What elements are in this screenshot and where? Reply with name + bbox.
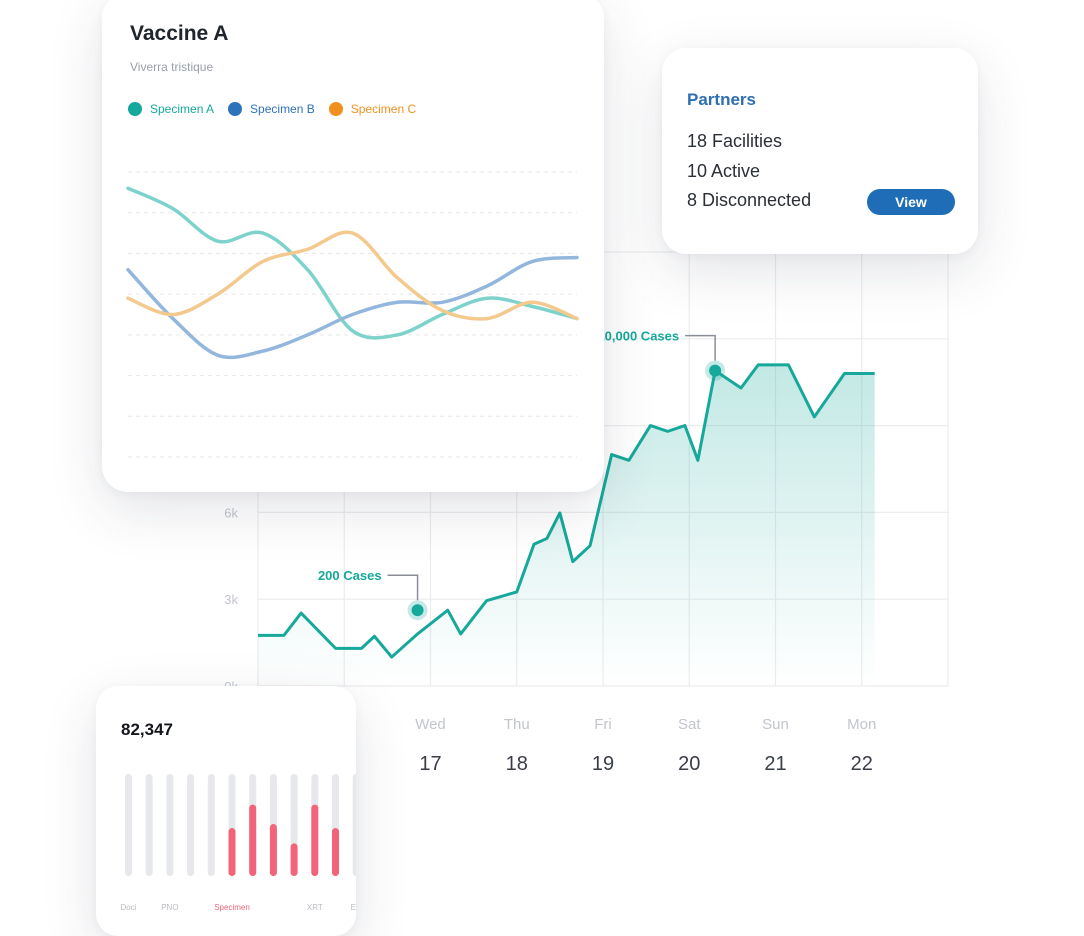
- annotation-point[interactable]: [411, 604, 424, 617]
- legend-dot-a-icon: [128, 102, 142, 116]
- partners-title: Partners: [687, 90, 756, 109]
- stats-bar-track: [145, 774, 153, 876]
- disconnected-count: 8 Disconnected: [687, 190, 812, 210]
- main-x-date-label: 17: [419, 753, 441, 775]
- main-x-day-label: Sun: [762, 716, 789, 733]
- active-count: 10 Active: [687, 161, 761, 181]
- stats-bar-track: [207, 774, 215, 876]
- main-x-day-label: Wed: [415, 716, 446, 733]
- legend-label-c: Specimen C: [350, 102, 417, 116]
- main-x-day-label: Sat: [678, 716, 701, 733]
- stats-bar-value[interactable]: [228, 828, 236, 876]
- stats-card: Doci PNO Specimen XRT Ellt 82,347: [96, 686, 356, 936]
- stats-bar-value[interactable]: [311, 804, 319, 876]
- partners-card: Partners 18 Facilities 10 Active 8 Disco…: [662, 48, 978, 254]
- stats-bar-label: Specimen: [214, 903, 250, 912]
- main-x-date-label: 21: [764, 753, 786, 775]
- main-x-date-label: 18: [506, 753, 528, 775]
- stats-bar-track: [125, 774, 132, 876]
- stats-bar-track: [352, 774, 356, 876]
- stats-bar-label: Ellt: [351, 903, 356, 912]
- legend-dot-b-icon: [228, 102, 243, 116]
- stats-bar-track: [166, 774, 174, 876]
- stats-total: 82,347: [121, 720, 173, 739]
- main-x-date-label: 22: [851, 753, 873, 775]
- legend-specimen-b[interactable]: Specimen B: [228, 102, 315, 116]
- vaccine-title: Vaccine A: [130, 22, 229, 45]
- vaccine-series-line-c: [126, 230, 579, 321]
- main-x-day-label: Fri: [594, 716, 612, 733]
- main-x-day-label: Mon: [847, 716, 876, 733]
- annotation-leader: [387, 574, 419, 601]
- stats-bar-value[interactable]: [269, 823, 277, 876]
- main-y-tick-label: 6k: [224, 505, 238, 520]
- stats-bar-label: Doci: [120, 903, 136, 912]
- stats-bar-label: PNO: [161, 903, 178, 912]
- main-y-tick-label: 3k: [224, 592, 238, 607]
- vaccine-card: Vaccine A Viverra tristique Specimen A S…: [102, 0, 604, 492]
- stats-bar-track: [187, 774, 195, 876]
- stats-bar-value[interactable]: [290, 843, 298, 876]
- legend-specimen-c[interactable]: Specimen C: [328, 102, 417, 116]
- vaccine-subtitle: Viverra tristique: [130, 60, 214, 74]
- legend-specimen-a[interactable]: Specimen A: [128, 102, 214, 116]
- facilities-count: 18 Facilities: [687, 131, 783, 151]
- legend-dot-c-icon: [328, 102, 343, 116]
- main-x-date-label: 20: [678, 753, 700, 775]
- stats-bar-label: XRT: [307, 903, 323, 912]
- stats-bar-value[interactable]: [332, 828, 339, 876]
- view-button[interactable]: View: [867, 189, 955, 215]
- annotation-point[interactable]: [709, 364, 722, 377]
- annotation-label: 200 Cases: [318, 568, 382, 583]
- main-x-date-label: 19: [592, 753, 614, 775]
- annotation-label: 10,000 Cases: [597, 329, 679, 344]
- legend-label-a: Specimen A: [150, 102, 215, 116]
- stats-bar-value[interactable]: [249, 804, 257, 876]
- main-x-day-label: Thu: [504, 716, 530, 733]
- vaccine-legend: Specimen A Specimen B Specimen C: [128, 102, 416, 116]
- legend-label-b: Specimen B: [250, 102, 315, 116]
